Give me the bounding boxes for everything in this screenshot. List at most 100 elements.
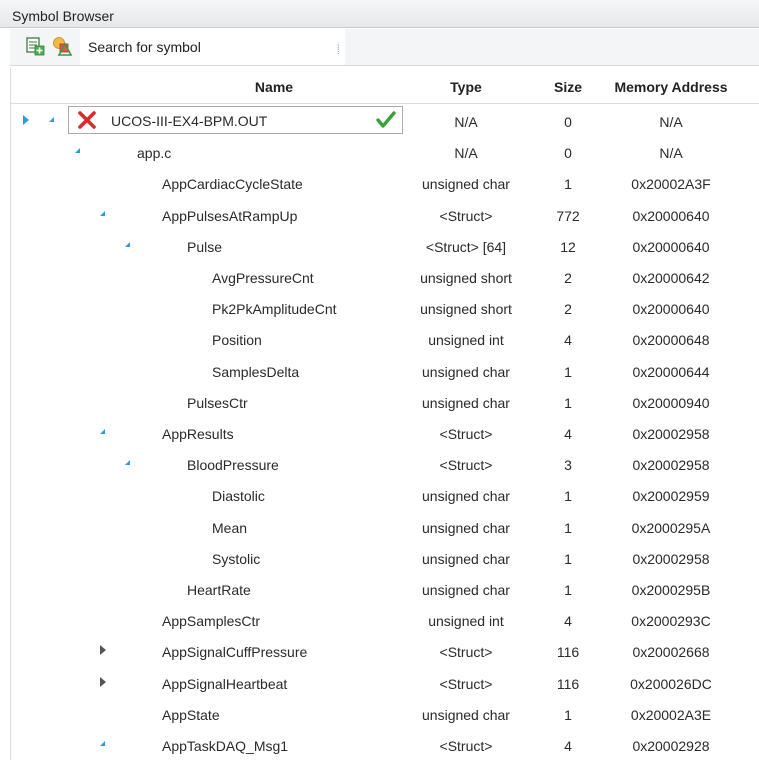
tree-row[interactable]: HeartRate unsigned char 1 0x2000295B	[11, 574, 759, 605]
cell-type: unsigned char	[422, 488, 510, 505]
tree-row[interactable]: AppTaskDAQ_Msg1 <Struct> 4 0x20002928	[11, 730, 759, 761]
cell-type: unsigned int	[428, 613, 504, 630]
add-watch-icon[interactable]	[24, 35, 48, 59]
tree-row[interactable]: Pk2PkAmplitudeCnt unsigned short 2 0x200006…	[11, 293, 759, 324]
cell-name: app.c	[137, 145, 172, 162]
column-header: Name Type Size Memory Address	[11, 68, 759, 104]
cell-name: AppSignalHeartbeat	[162, 675, 288, 692]
cell-name: PulsesCtr	[187, 394, 248, 411]
cell-size: 4	[564, 426, 572, 442]
cell-address: 0x20002958	[632, 426, 710, 442]
cell-address: 0x2000293C	[631, 613, 711, 630]
expand-arrow-icon[interactable]	[100, 645, 106, 656]
cell-type: <Struct>	[439, 207, 493, 224]
cell-type: unsigned int	[428, 332, 504, 349]
cell-type: <Struct>	[439, 738, 493, 754]
cell-name: Systolic	[212, 550, 261, 567]
cell-address: N/A	[659, 114, 683, 130]
tree-row[interactable]: AvgPressureCnt unsigned short 2 0x20000642	[11, 262, 759, 293]
cell-type: unsigned char	[422, 363, 510, 380]
cell-size: 12	[560, 238, 576, 255]
cell-name: Diastolic	[212, 488, 265, 505]
cell-name: AvgPressureCnt	[212, 270, 314, 286]
cell-type: <Struct> [64]	[425, 238, 507, 255]
cell-size: 1	[564, 363, 572, 380]
column-name[interactable]: Name	[241, 79, 307, 95]
confirm-check-icon[interactable]	[375, 110, 397, 130]
cell-type: N/A	[454, 145, 478, 162]
collapse-arrow-icon[interactable]	[125, 460, 130, 466]
cell-type: unsigned char	[422, 582, 510, 598]
tree-row[interactable]: BloodPressure <Struct> 3 0x20002958	[11, 449, 759, 480]
tree-row[interactable]: AppSignalHeartbeat <Struct> 116 0x200026DC	[11, 668, 759, 699]
resize-grip-icon[interactable]: ⁞ ⁞	[337, 43, 345, 56]
expand-arrow-icon[interactable]	[23, 115, 29, 125]
cell-address: N/A	[659, 145, 683, 162]
cell-size: 4	[564, 613, 572, 630]
symbol-shapes-icon[interactable]	[51, 35, 75, 59]
cell-type: unsigned char	[422, 176, 510, 193]
collapse-arrow-icon[interactable]	[75, 148, 80, 154]
cell-address: 0x20002668	[632, 644, 710, 661]
column-type[interactable]: Type	[436, 79, 496, 95]
cell-size: 0	[564, 114, 572, 130]
cell-name: SamplesDelta	[212, 363, 300, 380]
cell-size: 2	[564, 270, 572, 286]
tree-row[interactable]: AppResults <Struct> 4 0x20002958	[11, 418, 759, 449]
tree-row[interactable]: AppPulsesAtRampUp <Struct> 772 0x20000640	[11, 200, 759, 231]
tree-row[interactable]: app.c N/A 0 N/A	[11, 137, 759, 168]
cell-name: AppSignalCuffPressure	[162, 644, 308, 661]
cell-address: 0x2000295B	[631, 582, 711, 598]
collapse-arrow-icon[interactable]	[49, 117, 54, 122]
cell-address: 0x20000640	[632, 207, 710, 224]
column-size[interactable]: Size	[543, 79, 593, 95]
column-memory-address[interactable]: Memory Address	[606, 79, 736, 95]
cell-size: 4	[564, 738, 572, 754]
search-box[interactable]: ⁞⁞	[80, 29, 345, 65]
cell-type: unsigned short	[420, 301, 512, 318]
search-input[interactable]	[86, 35, 330, 59]
cell-size: 4	[564, 332, 572, 349]
cell-name: AppTaskDAQ_Msg1	[162, 738, 289, 754]
tree-row-root[interactable]: UCOS-III-EX4-BPM.OUT N/A 0 N/A	[11, 106, 759, 137]
tree-row[interactable]: AppState unsigned char 1 0x20002A3E	[11, 699, 759, 730]
tree-row[interactable]: Mean unsigned char 1 0x2000295A	[11, 512, 759, 543]
cell-name: BloodPressure	[187, 457, 279, 474]
cell-size: 0	[564, 145, 572, 162]
cancel-x-icon[interactable]	[77, 110, 97, 130]
tree-row[interactable]: PulsesCtr unsigned char 1 0x20000940	[11, 387, 759, 418]
cell-name: Pk2PkAmplitudeCnt	[212, 301, 337, 318]
cell-type: <Struct>	[439, 675, 493, 692]
tree-row[interactable]: Pulse <Struct> [64] 12 0x20000640	[11, 231, 759, 262]
cell-address: 0x20000940	[632, 394, 710, 411]
tree-row[interactable]: Systolic unsigned char 1 0x20002958	[11, 543, 759, 574]
cell-size: 1	[564, 488, 572, 505]
root-label[interactable]: UCOS-III-EX4-BPM.OUT	[111, 113, 267, 129]
collapse-arrow-icon[interactable]	[100, 429, 105, 434]
collapse-arrow-icon[interactable]	[100, 210, 105, 216]
cell-name: Pulse	[187, 238, 223, 255]
cell-address: 0x2000295A	[631, 519, 711, 536]
tree-row[interactable]: SamplesDelta unsigned char 1 0x20000644	[11, 356, 759, 387]
cell-type: N/A	[454, 114, 478, 130]
tree-row[interactable]: Position unsigned int 4 0x20000648	[11, 324, 759, 355]
expand-arrow-icon[interactable]	[100, 676, 106, 687]
cell-address: 0x20002958	[632, 550, 710, 567]
tree-row[interactable]: AppSignalCuffPressure <Struct> 116 0x200026…	[11, 636, 759, 667]
collapse-arrow-icon[interactable]	[125, 241, 130, 247]
tree-row[interactable]: AppSamplesCtr unsigned int 4 0x2000293C	[11, 605, 759, 636]
cell-name: AppSamplesCtr	[162, 613, 261, 630]
rename-edit-box[interactable]: UCOS-III-EX4-BPM.OUT	[68, 106, 403, 134]
collapse-arrow-icon[interactable]	[100, 741, 105, 746]
cell-address: 0x20002A3E	[630, 706, 712, 723]
cell-size: 1	[564, 550, 572, 567]
tree-row[interactable]: AppCardiacCycleState unsigned char 1 0x2000…	[11, 168, 759, 199]
cell-address: 0x20002959	[632, 488, 710, 505]
cell-name: Mean	[212, 519, 248, 536]
cell-address: 0x20000640	[632, 301, 710, 318]
tree-row[interactable]: Diastolic unsigned char 1 0x20002959	[11, 480, 759, 511]
cell-address: 0x20000644	[632, 363, 710, 380]
cell-size: 3	[564, 457, 572, 474]
cell-type: unsigned char	[422, 706, 510, 723]
cell-size: 1	[564, 394, 572, 411]
